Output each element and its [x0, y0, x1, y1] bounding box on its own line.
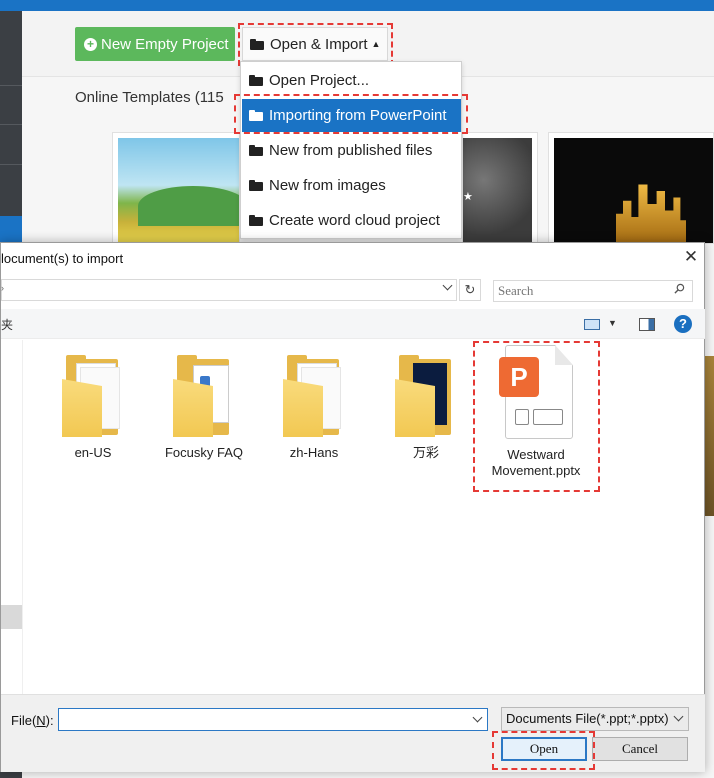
- sidebar-divider: [0, 124, 22, 125]
- menu-item-published-files[interactable]: New from published files: [242, 134, 461, 167]
- template-thumbnail[interactable]: [112, 132, 240, 244]
- template-thumbnail-edge: [705, 356, 714, 516]
- folder-icon: Ps: [395, 353, 457, 439]
- dialog-title: locument(s) to import: [1, 251, 124, 266]
- app-top-bar: [0, 0, 714, 11]
- search-icon[interactable]: [674, 283, 685, 294]
- help-icon[interactable]: ?: [674, 315, 692, 333]
- new-empty-project-button[interactable]: + New Empty Project: [75, 27, 235, 61]
- open-import-button[interactable]: Open & Import ▲: [242, 27, 388, 61]
- file-name: zh-Hans: [289, 445, 339, 460]
- refresh-icon[interactable]: ↻: [459, 279, 481, 301]
- file-open-dialog: locument(s) to import ✕ › ↻ 夹 ▼ ? en-US …: [0, 242, 705, 772]
- caret-down-icon[interactable]: ▼: [608, 318, 617, 328]
- file-item-focusky-faq[interactable]: Focusky FAQ: [159, 353, 249, 461]
- new-folder-button[interactable]: 夹: [1, 316, 13, 333]
- chevron-down-icon[interactable]: [472, 712, 483, 724]
- cancel-button[interactable]: Cancel: [592, 737, 688, 761]
- template-thumbnail[interactable]: [548, 132, 714, 244]
- caret-up-icon: ▲: [371, 39, 381, 49]
- powerpoint-badge-icon: P: [499, 357, 539, 397]
- menu-item-label: Open Project...: [269, 72, 370, 89]
- folder-icon: [283, 353, 345, 439]
- open-import-label: Open & Import: [270, 35, 368, 53]
- sidebar-divider: [0, 85, 22, 86]
- menu-item-label: New from images: [269, 177, 386, 194]
- landscape-image: [118, 138, 239, 243]
- menu-item-open-project[interactable]: Open Project...: [242, 64, 461, 97]
- pptx-file-icon: P: [499, 345, 573, 439]
- file-name-input[interactable]: [58, 708, 488, 731]
- open-button[interactable]: Open: [501, 737, 587, 761]
- close-icon[interactable]: ✕: [683, 247, 699, 267]
- file-name: 万彩: [412, 445, 439, 460]
- file-name: en-US: [74, 445, 112, 460]
- file-type-select[interactable]: Documents File(*.ppt;*.pptx): [501, 707, 689, 731]
- open-import-menu: Open Project... Importing from PowerPoin…: [240, 61, 462, 239]
- folder-open-icon: [250, 38, 264, 50]
- file-name-label: File(N):: [11, 713, 54, 728]
- folder-open-icon: [249, 215, 263, 226]
- plus-circle-icon: +: [84, 37, 97, 51]
- menu-item-label: Importing from PowerPoint: [269, 107, 447, 124]
- folder-icon: [173, 353, 235, 439]
- nav-item-selected[interactable]: [1, 605, 22, 629]
- menu-item-label: New from published files: [269, 142, 433, 159]
- folder-open-icon: [249, 110, 263, 121]
- sidebar-divider: [0, 164, 22, 165]
- folder-icon: [62, 353, 124, 439]
- preview-pane-icon[interactable]: [639, 318, 655, 331]
- template-thumbnail[interactable]: ★: [462, 132, 538, 244]
- chevron-right-icon[interactable]: ›: [1, 283, 4, 293]
- chevron-down-icon[interactable]: [673, 711, 684, 723]
- online-templates-title: Online Templates (115: [75, 89, 224, 106]
- search-input[interactable]: [493, 280, 693, 302]
- file-name: Westward Movement.pptx: [491, 447, 581, 478]
- chevron-down-icon[interactable]: [442, 280, 453, 292]
- file-item-wancai[interactable]: Ps 万彩: [381, 353, 471, 461]
- menu-item-from-images[interactable]: New from images: [242, 169, 461, 202]
- new-empty-project-label: New Empty Project: [101, 35, 229, 53]
- menu-item-word-cloud[interactable]: Create word cloud project: [242, 204, 461, 237]
- view-options-icon[interactable]: [584, 319, 600, 330]
- file-item-en-us[interactable]: en-US: [48, 353, 138, 461]
- star-icon: ★: [463, 191, 473, 203]
- file-item-zh-hans[interactable]: zh-Hans: [269, 353, 359, 461]
- address-bar[interactable]: [1, 279, 457, 301]
- dark-template-image: ★: [463, 138, 532, 243]
- folder-open-icon: [249, 145, 263, 156]
- folder-open-icon: [249, 75, 263, 86]
- menu-item-label: Create word cloud project: [269, 212, 440, 229]
- menu-item-import-powerpoint[interactable]: Importing from PowerPoint: [242, 99, 461, 132]
- city-night-image: [554, 138, 713, 243]
- folder-open-icon: [249, 180, 263, 191]
- file-name: Focusky FAQ: [164, 445, 244, 460]
- file-item-westward-movement[interactable]: P Westward Movement.pptx: [478, 345, 594, 479]
- navigation-pane: [1, 340, 23, 694]
